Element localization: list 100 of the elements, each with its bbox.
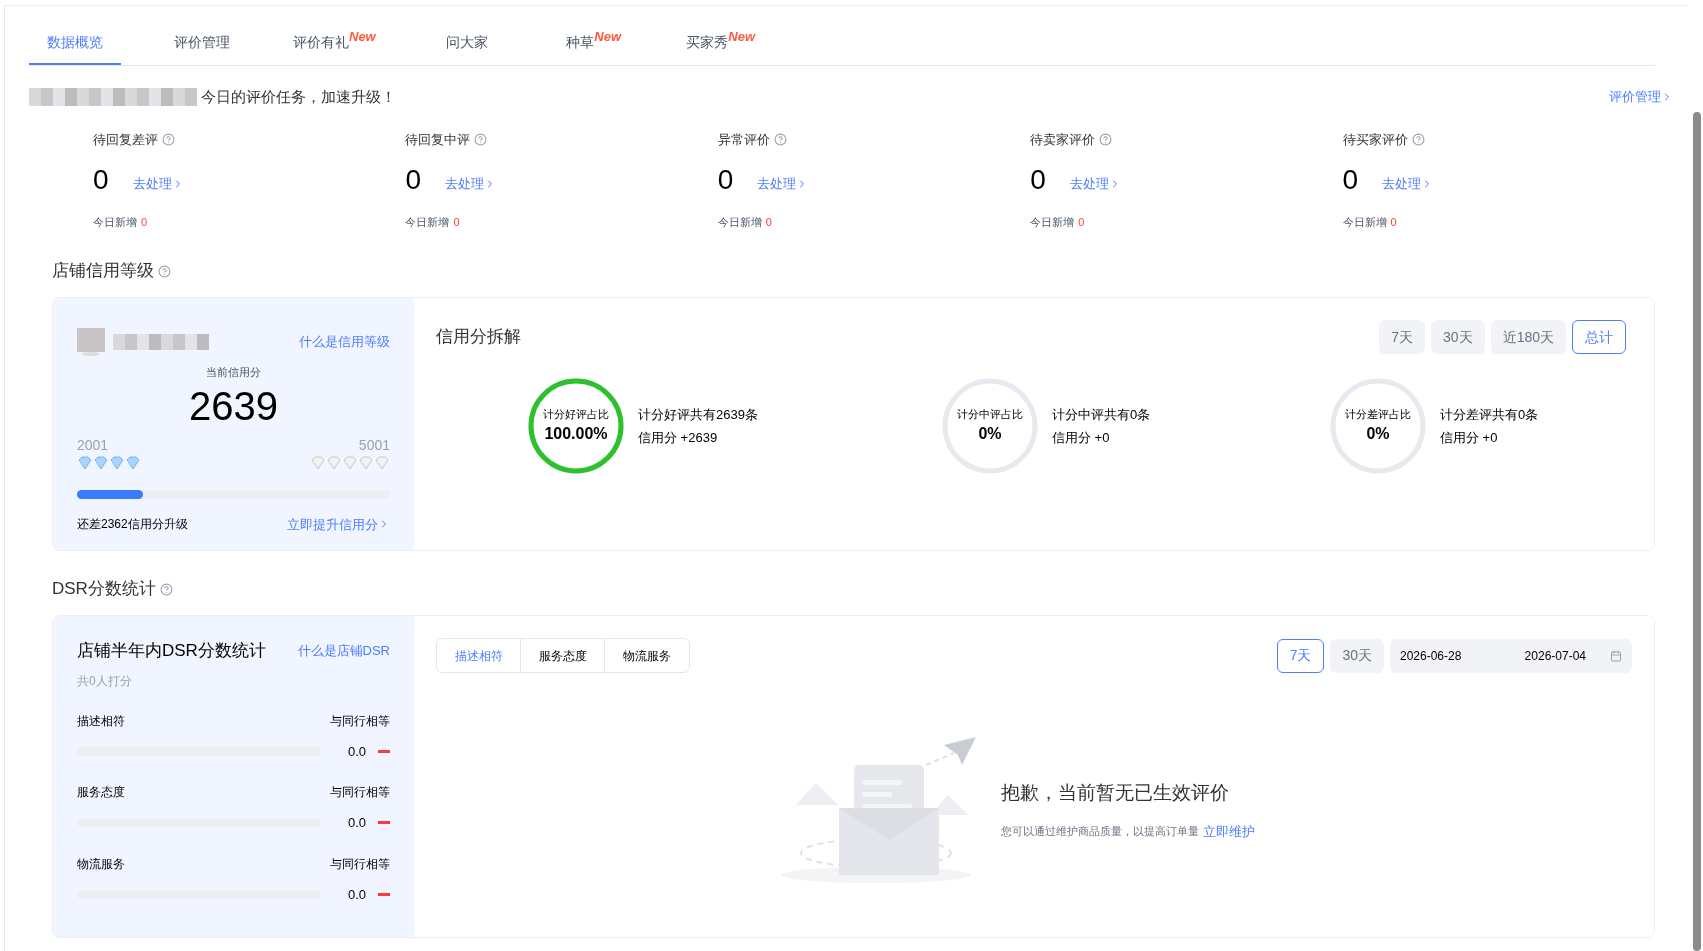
help-icon[interactable] (773, 133, 787, 147)
ring-percent: 100.00% (544, 424, 608, 445)
dsr-label: 描述相符 (77, 712, 125, 730)
diamonds-icon (77, 455, 141, 470)
metric-title: 待买家评价 (1342, 131, 1408, 149)
today-new-value: 0 (1078, 214, 1085, 230)
ring-label: 计分好评占比 (543, 406, 609, 422)
metric-title: 异常评价 (717, 131, 770, 149)
metric-value: 0 (93, 165, 109, 194)
ring-label: 计分中评占比 (957, 406, 1023, 422)
dsr-value: 0.0 (347, 742, 366, 761)
new-label: New (594, 27, 622, 44)
review-count-text: 计分好评共有2639条 (638, 405, 758, 424)
tab[interactable]: 种草New (547, 22, 640, 65)
period-button[interactable]: 7天 (1379, 320, 1426, 354)
new-label: New (728, 27, 756, 44)
today-new-value: 0 (1390, 214, 1397, 230)
upgrade-gap-text: 还差2362信用分升级 (77, 516, 188, 534)
empty-hint: 您可以通过维护商品质量，以提高订单量 (1001, 824, 1199, 839)
review-count-text: 计分中评共有0条 (1052, 405, 1151, 424)
calendar-icon[interactable] (1610, 649, 1622, 662)
dsr-tab[interactable]: 物流服务 (605, 639, 689, 672)
metric-title: 待回复差评 (93, 131, 158, 149)
upgrade-link[interactable]: 立即提升信用分 (287, 514, 390, 534)
tab[interactable]: 评价管理 (156, 22, 248, 65)
ring-percent: 0% (1366, 424, 1390, 445)
metric-title: 待卖家评价 (1030, 131, 1096, 149)
today-new-label: 今日新增 (1342, 214, 1387, 230)
peer-compare: 与同行相等 (330, 712, 390, 730)
tab[interactable]: 买家秀New (674, 22, 767, 65)
credit-help-link[interactable]: 什么是信用等级 (299, 332, 390, 352)
help-icon[interactable] (158, 264, 171, 278)
trend-dash-icon (378, 749, 390, 753)
banner-text: 今日的评价任务，加速升级！ (201, 86, 396, 107)
period-button[interactable]: 30天 (1330, 638, 1384, 673)
help-icon[interactable] (159, 582, 173, 596)
review-count-text: 计分差评共有0条 (1440, 405, 1539, 424)
tab[interactable]: 数据概览 (29, 22, 121, 65)
process-link[interactable]: 去处理 (132, 174, 184, 194)
metric-value: 0 (717, 165, 734, 194)
credit-score-text: 信用分 +2639 (638, 429, 719, 447)
credit-score: 2639 (188, 382, 279, 430)
section-title: 店铺信用等级 (52, 260, 154, 283)
help-icon[interactable] (474, 133, 488, 147)
start-date: 2026-06-28 (1400, 647, 1462, 665)
breakdown-title: 信用分拆解 (436, 326, 521, 348)
score-label: 当前信用分 (205, 365, 262, 380)
trend-dash-icon (378, 821, 390, 825)
dsr-label: 物流服务 (77, 855, 125, 873)
trend-dash-icon (378, 892, 390, 896)
dsr-value: 0.0 (347, 814, 366, 832)
process-link[interactable]: 去处理 (1382, 174, 1434, 194)
peer-compare: 与同行相等 (330, 784, 390, 801)
credit-score-text: 信用分 +0 (1052, 429, 1111, 447)
dsr-tab[interactable]: 服务态度 (521, 639, 605, 672)
avatar-icon (77, 328, 105, 356)
range-max: 5001 (358, 435, 390, 455)
ring-percent: 0% (978, 424, 1002, 445)
review-manage-link[interactable]: 评价管理 (1609, 87, 1673, 107)
today-new-value: 0 (141, 214, 148, 230)
tab[interactable]: 问大家 (420, 22, 513, 65)
today-new-value: 0 (453, 214, 460, 230)
today-new-value: 0 (765, 214, 772, 230)
process-link[interactable]: 去处理 (757, 174, 809, 194)
today-new-label: 今日新增 (93, 214, 137, 230)
process-link[interactable]: 去处理 (444, 174, 496, 194)
help-icon[interactable] (162, 133, 175, 147)
dsr-help-link[interactable]: 什么是店铺DSR (297, 641, 390, 661)
period-button[interactable]: 7天 (1276, 638, 1325, 673)
credit-score-text: 信用分 +0 (1440, 429, 1499, 447)
end-date: 2026-07-04 (1524, 647, 1586, 665)
new-label: New (349, 27, 376, 44)
date-range-field[interactable]: 2026-06-28 2026-07-04 (1390, 638, 1632, 673)
maintain-link[interactable]: 立即维护 (1203, 821, 1255, 841)
period-button[interactable]: 总计 (1572, 320, 1626, 354)
today-new-label: 今日新增 (1030, 214, 1075, 230)
tab[interactable]: 评价有礼New (283, 22, 386, 65)
today-new-label: 今日新增 (717, 214, 762, 230)
dsr-tab[interactable]: 描述相符 (437, 639, 521, 672)
dsr-label: 服务态度 (77, 784, 125, 801)
period-button[interactable]: 近180天 (1490, 320, 1566, 354)
range-min: 2001 (77, 435, 109, 455)
scrollbar[interactable] (1693, 112, 1701, 951)
dsr-card-title: 店铺半年内DSR分数统计 (77, 640, 266, 662)
peer-compare: 与同行相等 (330, 855, 390, 873)
metric-value: 0 (405, 165, 421, 194)
ring-label: 计分差评占比 (1345, 406, 1411, 422)
dsr-value: 0.0 (347, 885, 366, 904)
today-new-label: 今日新增 (405, 214, 450, 230)
diamonds-icon (310, 455, 390, 470)
empty-title: 抱歉，当前暂无已生效评价 (1001, 781, 1230, 805)
raters-count: 共0人打分 (77, 672, 133, 690)
help-icon[interactable] (1099, 133, 1113, 147)
help-icon[interactable] (1411, 133, 1425, 147)
section-title: DSR分数统计 (52, 578, 156, 601)
metric-value: 0 (1030, 165, 1046, 194)
process-link[interactable]: 去处理 (1069, 174, 1121, 194)
metric-value: 0 (1342, 165, 1359, 194)
period-button[interactable]: 30天 (1431, 320, 1485, 354)
metric-title: 待回复中评 (405, 131, 471, 149)
